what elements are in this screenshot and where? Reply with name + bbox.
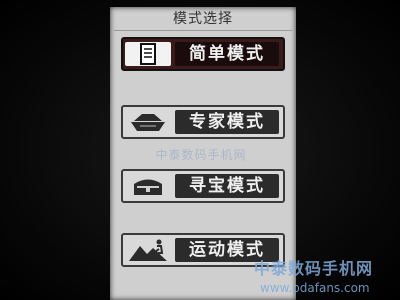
treasure-chest-icon — [125, 174, 171, 198]
site-watermark: 中泰数码手机网 www.pdafans.com — [254, 258, 394, 298]
menu-item-label: 寻宝模式 — [175, 174, 279, 198]
background-watermark-text: 中泰数码手机网 — [155, 148, 247, 162]
document-icon — [125, 42, 171, 66]
mountain-hiker-icon — [125, 238, 171, 262]
menu-item-label: 简单模式 — [175, 42, 279, 66]
watermark-url: www.pdafans.com — [260, 281, 370, 295]
menu-item-simple-mode[interactable]: 简单模式 — [121, 37, 285, 71]
watermark-name: 中泰数码手机网 — [254, 259, 374, 278]
device-screen: 模式选择 简单模式 专家模式 中泰数码手机网 寻宝模式 运动模式 — [110, 7, 296, 300]
screen-title: 模式选择 — [173, 11, 233, 27]
title-divider — [114, 30, 292, 31]
menu-item-label: 专家模式 — [175, 110, 279, 134]
boat-icon — [125, 110, 171, 134]
menu-item-expert-mode[interactable]: 专家模式 — [121, 105, 285, 139]
menu-item-treasure-mode[interactable]: 寻宝模式 — [121, 169, 285, 203]
